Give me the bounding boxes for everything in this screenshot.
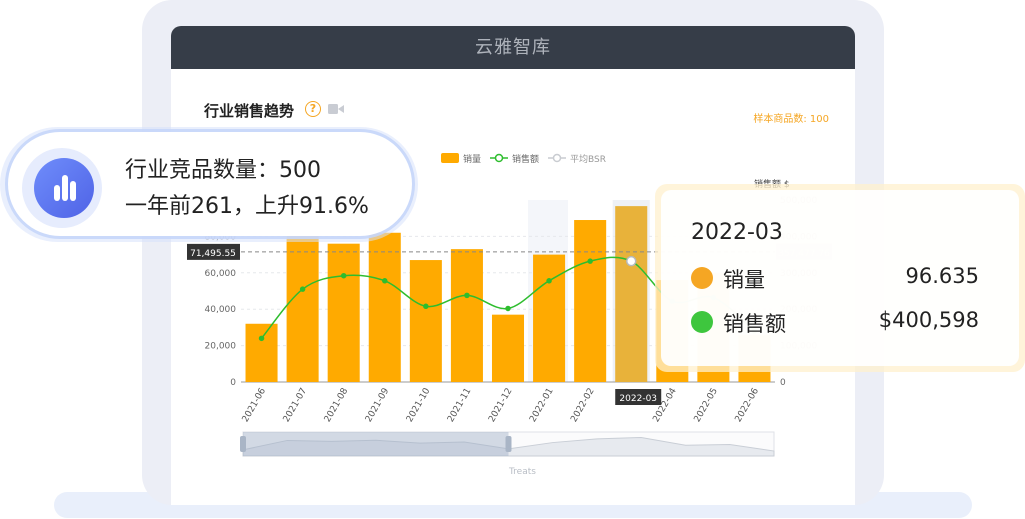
competitor-count-text: 行业竞品数量：500 [125,158,321,183]
legend-swatch-sales-volume [441,153,459,163]
y-right-tick-label: 0 [780,378,786,388]
sales-amount-point-2021-07 [299,286,306,292]
bar-2021-12 [491,314,525,382]
y-left-tick-label: 60,000 [205,269,237,279]
tooltip-month: 2022-03 [691,220,783,245]
sales-amount-point-2021-08 [340,272,347,279]
y-left-tick-label: 20,000 [205,342,237,352]
sales-amount-point-2022-01 [546,278,552,284]
x-tick-label-2022-05: 2022-05 [693,387,720,425]
tooltip-sales-amount-label: 销售额 [723,312,786,336]
legend-marker-sales-amount [494,153,504,163]
bar-2021-11 [450,249,483,382]
zoom-caption: Treats [509,467,536,477]
bar-2021-09 [368,232,401,382]
sales-amount-point-2022-03 [625,255,637,267]
sales-volume-dot [691,267,713,289]
bar-2021-10 [409,260,442,382]
legend-label-avg-bsr: 平均BSR [570,153,606,165]
bar-2022-02 [574,220,607,382]
x-tick-label-2021-06: 2021-06 [241,386,269,424]
sales-amount-point-2022-02 [587,258,593,264]
zoom-handle-left[interactable] [240,436,246,452]
x-tick-label-2022-06: 2022-06 [734,386,762,424]
bar-2021-06 [245,323,278,382]
tooltip-sales-volume-label: 销量 [723,268,765,292]
x-tick-label-2022-02: 2022-02 [569,387,596,425]
bar-2021-08 [327,243,360,382]
sales-amount-dot [691,311,713,333]
sales-amount-point-2021-11 [464,292,470,299]
x-tick-label-2021-11: 2021-11 [446,387,473,425]
sales-amount-point-2021-12 [505,305,511,312]
x-tick-label-2021-09: 2021-09 [364,386,392,424]
x-tick-label-2021-07: 2021-07 [282,387,309,425]
sales-amount-point-2021-09 [382,278,388,284]
x-tick-label-2021-10: 2021-10 [405,386,433,424]
crosshair-left-label: 71,495.55 [190,249,236,259]
tooltip-sales-volume-value: 96.635 [905,264,979,288]
x-tick-label-2021-08: 2021-08 [323,386,351,424]
zoom-selection [243,432,509,456]
legend-label-sales-amount: 销售额 [512,153,539,165]
bar-2022-03 [615,206,648,382]
sales-amount-point-2021-06 [258,335,265,342]
growth-text: 一年前261，上升91.6% [125,194,369,219]
x-tick-label-2022-01: 2022-01 [528,387,555,425]
y-left-tick-label: 0 [230,378,236,388]
bar-chart-icon [34,158,94,218]
x-tick-label-2022-03: 2022-03 [619,394,657,404]
y-left-tick-label: 40,000 [205,305,237,315]
bar-2021-07 [286,234,319,382]
x-tick-label-2021-12: 2021-12 [487,387,514,425]
zoom-handle-right[interactable] [505,436,512,452]
sales-amount-point-2021-10 [423,303,429,310]
legend-label-sales-volume: 销量 [463,153,481,165]
legend-marker-avg-bsr [552,153,562,163]
tooltip-sales-amount-value: $400,598 [878,308,979,332]
